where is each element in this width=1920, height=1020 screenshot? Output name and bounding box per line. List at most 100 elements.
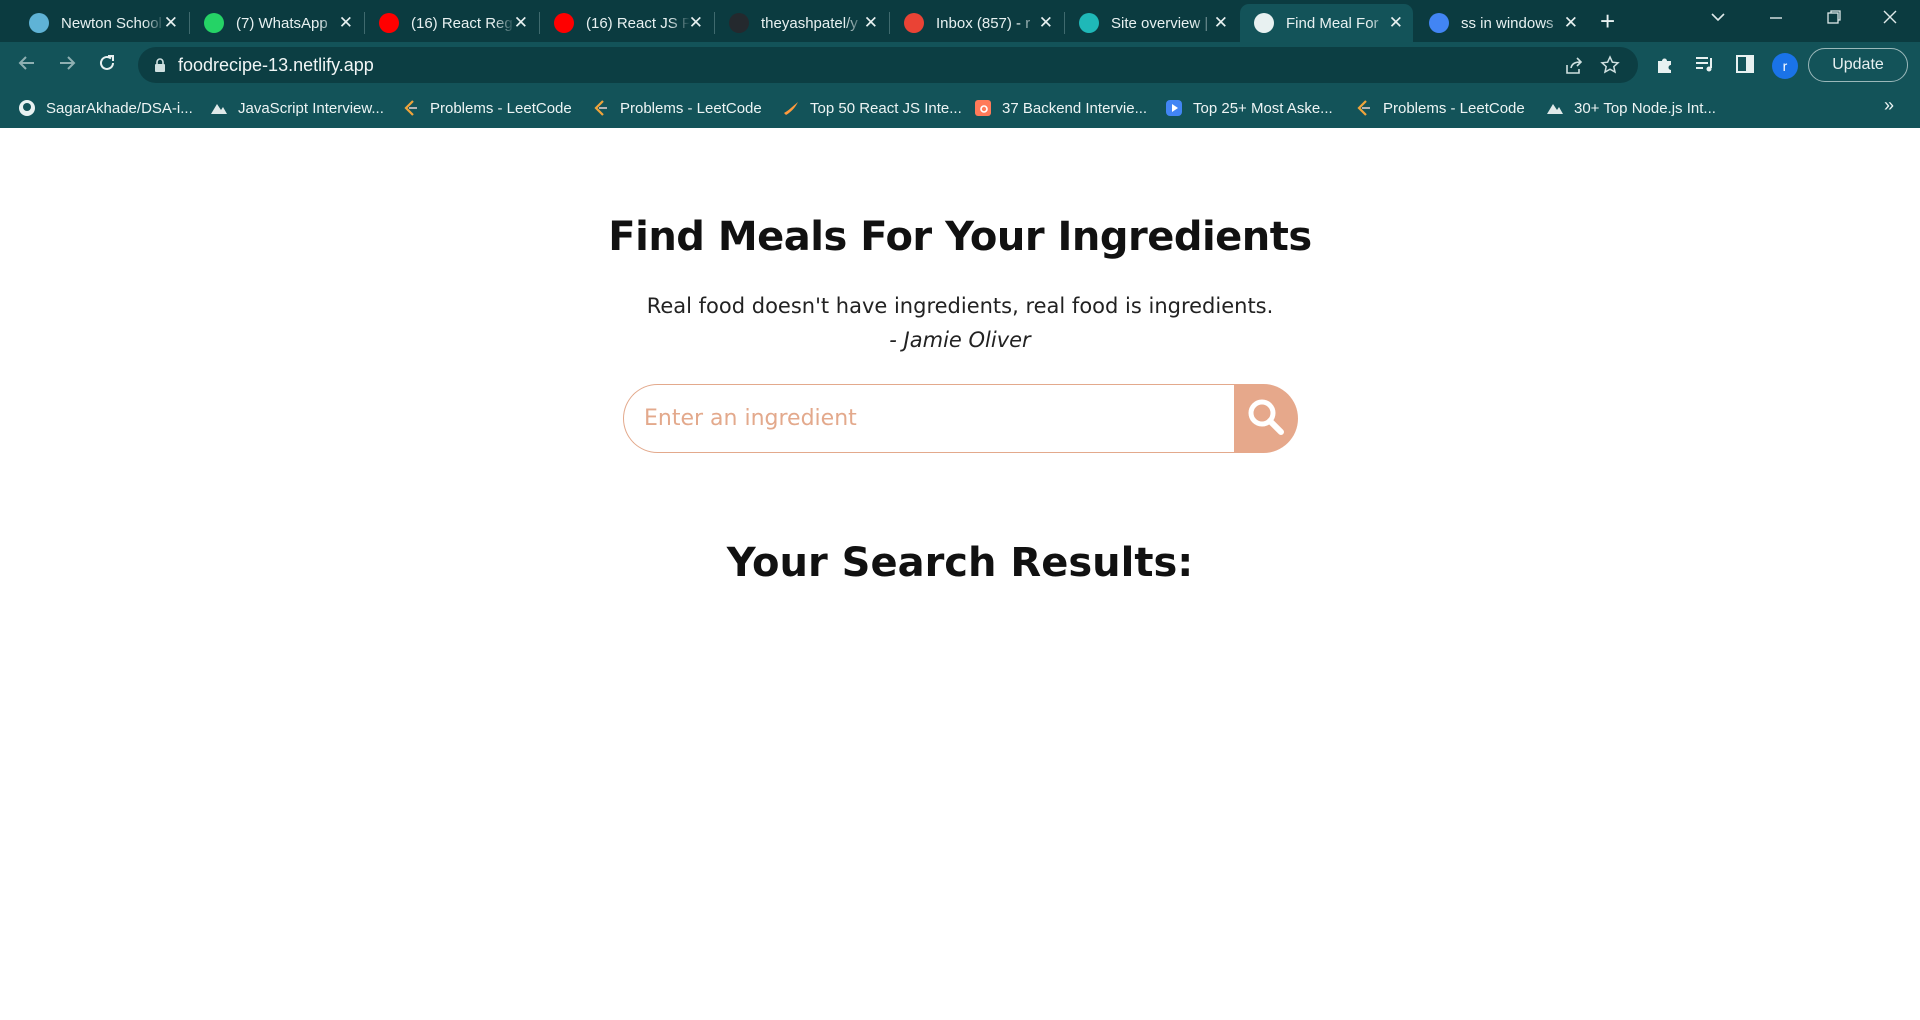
hubspot-icon xyxy=(974,99,992,117)
tab-separator xyxy=(714,12,715,34)
quote-author: - Jamie Oliver xyxy=(889,328,1031,352)
close-window-button[interactable] xyxy=(1882,6,1898,32)
search-form xyxy=(623,384,1298,453)
bookmark-item[interactable]: Problems - LeetCode xyxy=(402,96,572,120)
github-icon xyxy=(729,13,749,33)
globe-icon xyxy=(1254,13,1274,33)
tab-label: theyashpatel/y xyxy=(761,14,858,32)
close-tab-icon[interactable]: ✕ xyxy=(514,13,528,33)
tab-3[interactable]: (16) React JS P ✕ xyxy=(540,4,713,42)
bookmark-label: Problems - LeetCode xyxy=(1383,99,1525,117)
ingredient-search-input[interactable] xyxy=(623,384,1235,453)
bookmark-item[interactable]: Top 25+ Most Aske... xyxy=(1165,96,1333,120)
search-results-heading: Your Search Results: xyxy=(726,540,1194,586)
close-tab-icon[interactable]: ✕ xyxy=(164,13,178,33)
youtube-icon xyxy=(379,13,399,33)
mountain-icon xyxy=(1546,99,1564,117)
page-title: Find Meals For Your Ingredients xyxy=(608,214,1312,260)
leetcode-icon xyxy=(402,99,420,117)
share-icon[interactable] xyxy=(1564,56,1584,81)
bookmarks-bar: SagarAkhade/DSA-i... JavaScript Interview… xyxy=(0,88,1920,128)
address-bar[interactable]: foodrecipe-13.netlify.app xyxy=(138,47,1638,83)
close-tab-icon[interactable]: ✕ xyxy=(864,13,878,33)
lock-icon[interactable] xyxy=(154,58,166,77)
tab-separator xyxy=(189,12,190,34)
whatsapp-icon xyxy=(204,13,224,33)
new-tab-button[interactable]: + xyxy=(1600,7,1615,35)
youtube-icon xyxy=(554,13,574,33)
tab-separator xyxy=(539,12,540,34)
tab-label: Inbox (857) - r xyxy=(936,14,1031,32)
quote-text: Real food doesn't have ingredients, real… xyxy=(646,294,1274,318)
close-tab-icon[interactable]: ✕ xyxy=(1389,13,1403,33)
tab-7[interactable]: Find Meal For ✕ xyxy=(1240,4,1413,42)
bookmark-label: Top 25+ Most Aske... xyxy=(1193,99,1333,117)
leetcode-icon xyxy=(1355,99,1373,117)
extensions-puzzle-icon[interactable] xyxy=(1654,53,1676,80)
close-tab-icon[interactable]: ✕ xyxy=(339,13,353,33)
more-bookmarks-chevron-icon[interactable]: » xyxy=(1884,95,1894,116)
google-icon xyxy=(1429,13,1449,33)
bookmark-item[interactable]: Top 50 React JS Inte... xyxy=(782,96,962,120)
tab-label: (16) React JS P xyxy=(586,14,690,32)
close-tab-icon[interactable]: ✕ xyxy=(1214,13,1228,33)
tab-label: (16) React Reg xyxy=(411,14,513,32)
tab-2[interactable]: (16) React Reg ✕ xyxy=(365,4,538,42)
tab-1[interactable]: (7) WhatsApp ✕ xyxy=(190,4,363,42)
tab-strip: Newton School ✕ (7) WhatsApp ✕ (16) React Re… xyxy=(0,0,1920,42)
close-tab-icon[interactable]: ✕ xyxy=(689,13,703,33)
leetcode-icon xyxy=(592,99,610,117)
tab-5[interactable]: Inbox (857) - r ✕ xyxy=(890,4,1063,42)
tab-separator xyxy=(889,12,890,34)
restore-button[interactable] xyxy=(1826,6,1842,32)
tab-separator xyxy=(1064,12,1065,34)
tab-0[interactable]: Newton School ✕ xyxy=(15,4,188,42)
mountain-icon xyxy=(210,99,228,117)
minimize-button[interactable] xyxy=(1768,6,1784,32)
bookmark-label: Problems - LeetCode xyxy=(430,99,572,117)
bookmark-item[interactable]: JavaScript Interview... xyxy=(210,96,384,120)
browser-toolbar: foodrecipe-13.netlify.app r Update xyxy=(0,42,1920,88)
search-button[interactable] xyxy=(1234,384,1298,453)
side-panel-icon[interactable] xyxy=(1734,53,1756,80)
forward-button[interactable] xyxy=(56,52,78,80)
github-icon xyxy=(18,99,36,117)
gmail-icon xyxy=(904,13,924,33)
tab-label: (7) WhatsApp xyxy=(236,14,328,32)
tab-label: Newton School xyxy=(61,14,162,32)
tab-4[interactable]: theyashpatel/y ✕ xyxy=(715,4,888,42)
bookmark-item[interactable]: Problems - LeetCode xyxy=(592,96,762,120)
tab-separator xyxy=(364,12,365,34)
close-tab-icon[interactable]: ✕ xyxy=(1039,13,1053,33)
square-play-icon xyxy=(1165,99,1183,117)
tab-6[interactable]: Site overview | ✕ xyxy=(1065,4,1238,42)
tab-label: Find Meal For xyxy=(1286,14,1379,32)
bird-icon xyxy=(782,99,800,117)
bookmark-item[interactable]: 37 Backend Intervie... xyxy=(974,96,1147,120)
bookmark-label: JavaScript Interview... xyxy=(238,99,384,117)
media-queue-icon[interactable] xyxy=(1694,53,1716,80)
bookmark-star-icon[interactable] xyxy=(1600,55,1620,80)
bookmark-label: Problems - LeetCode xyxy=(620,99,762,117)
netlify-icon xyxy=(1079,13,1099,33)
bookmark-label: SagarAkhade/DSA-i... xyxy=(46,99,193,117)
bookmark-item[interactable]: SagarAkhade/DSA-i... xyxy=(18,96,193,120)
reload-button[interactable] xyxy=(96,52,118,80)
newton-icon xyxy=(29,13,49,33)
tab-label: ss in windows xyxy=(1461,14,1554,32)
bookmark-item[interactable]: 30+ Top Node.js Int... xyxy=(1546,96,1716,120)
url-text[interactable]: foodrecipe-13.netlify.app xyxy=(178,55,374,76)
tab-label: Site overview | xyxy=(1111,14,1209,32)
tab-8[interactable]: ss in windows ✕ xyxy=(1415,4,1588,42)
tab-search-chevron-icon[interactable] xyxy=(1710,6,1726,32)
bookmark-label: 37 Backend Intervie... xyxy=(1002,99,1148,117)
update-button[interactable]: Update xyxy=(1808,48,1908,82)
bookmark-label: 30+ Top Node.js Int... xyxy=(1574,99,1716,117)
search-icon xyxy=(1246,397,1286,440)
profile-avatar[interactable]: r xyxy=(1772,53,1798,79)
bookmark-item[interactable]: Problems - LeetCode xyxy=(1355,96,1525,120)
page-content: Find Meals For Your Ingredients Real foo… xyxy=(0,128,1920,1020)
back-button[interactable] xyxy=(16,52,38,80)
bookmark-label: Top 50 React JS Inte... xyxy=(810,99,962,117)
close-tab-icon[interactable]: ✕ xyxy=(1564,13,1578,33)
